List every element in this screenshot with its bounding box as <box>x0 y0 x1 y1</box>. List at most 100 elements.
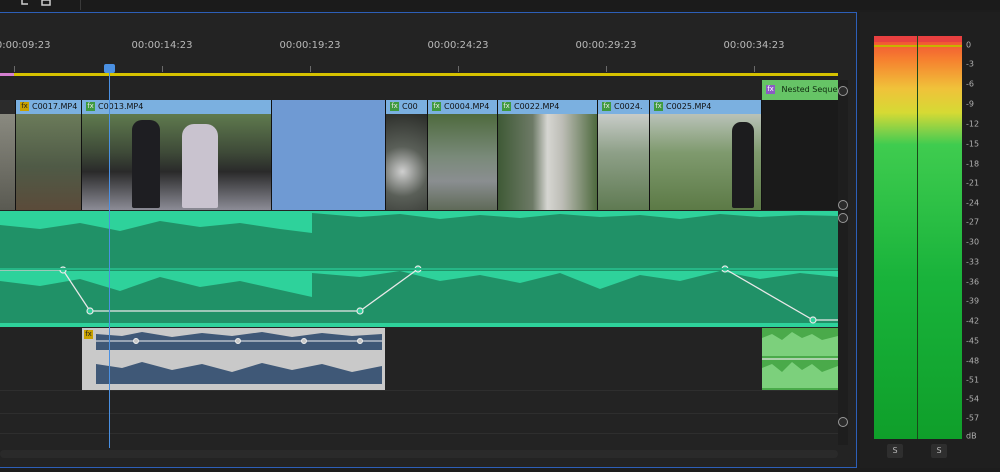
audio-waveform <box>96 332 382 384</box>
timecode-label: 00:00:34:23 <box>723 40 785 51</box>
peak-hold-left <box>874 45 918 47</box>
db-scale-label: -3 <box>966 59 974 69</box>
db-scale-label: -9 <box>966 99 974 109</box>
top-toolbar <box>0 0 1000 10</box>
db-scale-label: -6 <box>966 79 974 89</box>
ruler-tick <box>310 66 311 72</box>
meter-left-channel <box>874 36 918 439</box>
fx-badge-icon: fx <box>432 102 441 111</box>
clip-name: C00 <box>402 102 418 111</box>
playhead-line[interactable] <box>109 66 110 448</box>
video-clip[interactable]: fx C0017.MP4 <box>16 100 82 210</box>
track-divider <box>0 390 838 391</box>
vertical-scrollbar[interactable] <box>838 80 848 445</box>
db-scale-label: -33 <box>966 257 980 267</box>
video-clip[interactable] <box>0 100 16 210</box>
db-scale-label: -42 <box>966 316 980 326</box>
playhead-handle[interactable] <box>104 64 115 73</box>
db-scale-label: -36 <box>966 277 980 287</box>
track-divider <box>0 413 838 414</box>
db-scale-label: 0 <box>966 40 972 50</box>
nested-sequence-audio-clip[interactable] <box>762 328 838 390</box>
clip-name: C0022.MP4 <box>514 102 560 111</box>
clip-name: C0013.MP4 <box>98 102 144 111</box>
fx-badge-icon: fx <box>20 102 29 111</box>
db-scale-label: -54 <box>966 394 980 404</box>
video-clip[interactable]: fx C0004.MP4 <box>428 100 498 210</box>
clip-header: fx C00 <box>386 100 427 114</box>
ruler-tick <box>14 66 15 72</box>
toolbar-separator <box>80 0 81 10</box>
audio-track-2-clip[interactable]: fx <box>82 328 385 390</box>
fx-badge-icon: fx <box>766 85 775 94</box>
clip-header: fx C0024. <box>598 100 649 114</box>
person-silhouette <box>132 120 160 208</box>
ruler-tick <box>162 66 163 72</box>
db-scale-label: -57 <box>966 413 980 423</box>
db-scale-label: -30 <box>966 237 980 247</box>
person-silhouette <box>182 124 218 208</box>
solo-left-button[interactable]: S <box>887 444 903 458</box>
video-clip[interactable]: fx C0025.MP4 <box>650 100 762 210</box>
meter-channel-gap <box>917 36 918 439</box>
db-scale-label: -21 <box>966 178 980 188</box>
clip-name: C0017.MP4 <box>32 102 78 111</box>
video-clip[interactable]: fx C00 <box>386 100 428 210</box>
timecode-label: 00:00:24:23 <box>427 40 489 51</box>
scroll-zoom-handle-icon[interactable] <box>838 213 848 223</box>
ruler-tick <box>458 66 459 72</box>
work-area-in-marker[interactable] <box>0 73 14 76</box>
fx-badge-icon: fx <box>502 102 511 111</box>
ruler-tick <box>606 66 607 72</box>
timecode-label: 00:00:09:23 <box>0 40 51 51</box>
work-area-bar[interactable] <box>0 73 838 76</box>
track-divider <box>0 433 838 434</box>
clip-thumbnail <box>498 114 597 210</box>
fx-badge-icon: fx <box>654 102 663 111</box>
video-clip[interactable]: fx C0022.MP4 <box>498 100 598 210</box>
clip-header: fx C0013.MP4 <box>82 100 271 114</box>
db-scale-label: -18 <box>966 159 980 169</box>
peak-indicator-right[interactable] <box>918 36 962 42</box>
db-scale-label: -48 <box>966 356 980 366</box>
clip-thumbnail <box>0 114 15 210</box>
db-scale-unit: dB <box>966 431 977 441</box>
solo-right-button[interactable]: S <box>931 444 947 458</box>
db-scale-label: -27 <box>966 217 980 227</box>
peak-indicator-left[interactable] <box>874 36 918 42</box>
clip-thumbnail <box>82 114 271 210</box>
nested-sequence-label: Nested Sequence <box>781 85 838 94</box>
person-silhouette <box>732 122 754 208</box>
clip-thumbnail <box>598 114 649 210</box>
toolbar-icons[interactable] <box>20 0 60 8</box>
db-scale-label: -39 <box>966 296 980 306</box>
time-ruler[interactable] <box>0 14 838 74</box>
clip-thumbnail <box>650 114 761 210</box>
scroll-zoom-handle-icon[interactable] <box>838 200 848 210</box>
video-clip[interactable]: fx C0024. <box>598 100 650 210</box>
meter-right-channel <box>918 36 962 439</box>
timecode-label: 00:00:29:23 <box>575 40 637 51</box>
db-scale-label: -15 <box>966 139 980 149</box>
clip-name: C0004.MP4 <box>444 102 490 111</box>
timecode-label: 00:00:19:23 <box>279 40 341 51</box>
video-clip-blank[interactable] <box>272 100 386 210</box>
fx-badge-icon: fx <box>602 102 611 111</box>
fx-badge-icon: fx <box>390 102 399 111</box>
clip-header: fx C0025.MP4 <box>650 100 761 114</box>
fx-badge-icon: fx <box>86 102 95 111</box>
horizontal-scrollbar[interactable] <box>0 450 838 458</box>
video-clip[interactable]: fx C0013.MP4 <box>82 100 272 210</box>
timecode-label: 00:00:14:23 <box>131 40 193 51</box>
clip-thumbnail <box>386 114 427 210</box>
scroll-zoom-handle-icon[interactable] <box>838 86 848 96</box>
clip-name: C0025.MP4 <box>666 102 712 111</box>
nested-sequence-clip-header[interactable]: fx Nested Sequence <box>762 80 838 100</box>
audio-waveform <box>762 332 838 388</box>
db-scale-label: -51 <box>966 375 980 385</box>
scroll-zoom-handle-icon[interactable] <box>838 417 848 427</box>
clip-thumbnail <box>16 114 81 210</box>
clip-header: fx C0004.MP4 <box>428 100 497 114</box>
db-scale-label: -24 <box>966 198 980 208</box>
ruler-tick <box>754 66 755 72</box>
